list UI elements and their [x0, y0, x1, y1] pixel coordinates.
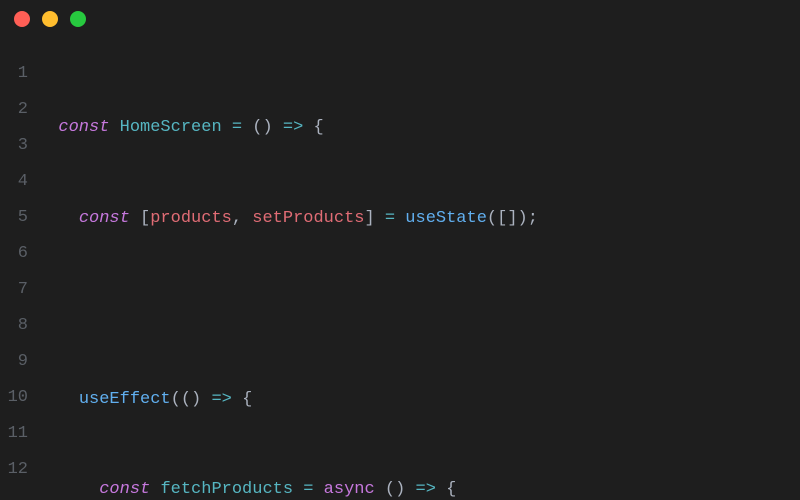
code-area[interactable]: const HomeScreen = () => { const [produc…: [38, 56, 800, 500]
line-number: 7: [0, 272, 28, 308]
code-editor[interactable]: 1 2 3 4 5 6 7 8 9 10 11 12 const HomeScr…: [0, 38, 800, 500]
line-number: 2: [0, 92, 28, 128]
code-line: const [products, setProducts] = useState…: [38, 201, 800, 237]
code-line: const fetchProducts = async () => {: [38, 472, 800, 500]
line-number: 6: [0, 236, 28, 272]
line-number-gutter: 1 2 3 4 5 6 7 8 9 10 11 12: [0, 56, 38, 500]
line-number: 9: [0, 344, 28, 380]
minimize-icon[interactable]: [42, 11, 58, 27]
window-titlebar: [0, 0, 800, 38]
line-number: 1: [0, 56, 28, 92]
line-number: 12: [0, 452, 28, 488]
code-line: const HomeScreen = () => {: [38, 110, 800, 146]
line-number: 5: [0, 200, 28, 236]
code-line: [38, 291, 800, 327]
zoom-icon[interactable]: [70, 11, 86, 27]
line-number: 10: [0, 380, 28, 416]
close-icon[interactable]: [14, 11, 30, 27]
code-line: useEffect(() => {: [38, 382, 800, 418]
line-number: 11: [0, 416, 28, 452]
line-number: 3: [0, 128, 28, 164]
line-number: 8: [0, 308, 28, 344]
line-number: 4: [0, 164, 28, 200]
